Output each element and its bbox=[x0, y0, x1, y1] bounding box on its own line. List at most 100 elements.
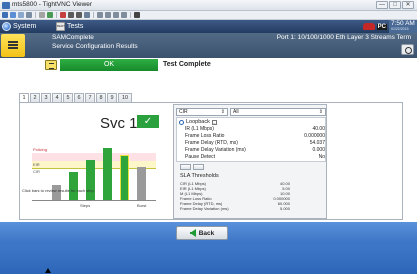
test-state-label: Test Complete bbox=[163, 61, 211, 68]
system-globe-icon bbox=[2, 22, 11, 31]
result-label: IR (L1 Mbps) bbox=[185, 126, 214, 132]
port-label: Port 1: 10/100/1000 Eth Layer 3 Streams … bbox=[276, 34, 411, 41]
service-pass-check-icon: ✓ bbox=[137, 115, 159, 128]
metric-select-value: CIR bbox=[179, 109, 188, 115]
save-icon[interactable] bbox=[10, 12, 16, 18]
tab-service-8[interactable]: 8 bbox=[96, 93, 106, 102]
tab-service-6[interactable]: 6 bbox=[74, 93, 84, 102]
chart-bar[interactable] bbox=[137, 167, 146, 201]
result-row: Frame Delay (RTD, ms) 54.037 bbox=[185, 140, 325, 147]
result-value: No bbox=[318, 154, 325, 160]
chart-bar[interactable] bbox=[103, 148, 112, 201]
steps-axis-label: Steps bbox=[80, 203, 91, 208]
system-button[interactable]: System bbox=[2, 21, 36, 32]
results-tree: Loopback – IR (L1 Mbps) 40.00 Frame Loss… bbox=[176, 117, 326, 162]
click-hint: Click bars to review results for each st… bbox=[22, 188, 95, 193]
chart-bar[interactable] bbox=[69, 172, 78, 201]
direction-select-value: All bbox=[233, 109, 239, 115]
direction-select[interactable]: All ⇕ bbox=[230, 108, 326, 116]
zoom-in-icon[interactable] bbox=[97, 12, 103, 18]
tab-service-3[interactable]: 3 bbox=[41, 93, 51, 102]
maximize-button[interactable]: □ bbox=[389, 1, 401, 9]
tab-service-5[interactable]: 5 bbox=[63, 93, 73, 102]
tab-service-9[interactable]: 9 bbox=[107, 93, 117, 102]
loopback-label: Loopback bbox=[186, 119, 210, 125]
tab-service-2[interactable]: 2 bbox=[30, 93, 40, 102]
service-tabs: 1 2 3 4 5 6 7 8 9 10 bbox=[19, 93, 133, 103]
ctrl-key-icon[interactable] bbox=[68, 12, 74, 18]
fullscreen-icon[interactable] bbox=[134, 12, 140, 18]
options-icon[interactable] bbox=[18, 12, 24, 18]
refresh-icon[interactable] bbox=[47, 12, 53, 18]
minimize-button[interactable]: — bbox=[376, 1, 388, 9]
result-row: Frame Delay Variation (ms) 0.000 bbox=[185, 147, 325, 154]
pc-badge: PC bbox=[376, 23, 387, 30]
tightvnc-icon bbox=[2, 2, 10, 9]
result-value: 54.037 bbox=[309, 140, 325, 146]
result-label: Frame Loss Ratio bbox=[185, 133, 225, 139]
tests-button[interactable]: BERT Tests bbox=[56, 21, 83, 32]
result-value: 0.000 bbox=[312, 147, 325, 153]
page-title: Service Configuration Results bbox=[52, 43, 138, 50]
sla-label: Frame Delay Variation (ms) bbox=[180, 206, 229, 211]
toolbar-divider bbox=[93, 12, 94, 18]
results-button-row bbox=[180, 164, 204, 170]
vnc-window: mts5800 - TightVNC Viewer — □ ✕ System B… bbox=[0, 0, 417, 274]
close-button[interactable]: ✕ bbox=[402, 1, 414, 9]
sla-title: SLA Thresholds bbox=[180, 173, 219, 179]
collapse-all-icon[interactable] bbox=[193, 164, 204, 170]
mouse-cursor-icon bbox=[45, 268, 51, 273]
results-pane: CIR ⇕ All ⇕ Loopback – IR (L1 Mbps) 40.0… bbox=[173, 104, 327, 219]
result-value: 40.00 bbox=[312, 126, 325, 132]
zoom-out-icon[interactable] bbox=[105, 12, 111, 18]
back-label: Back bbox=[198, 229, 215, 237]
tab-service-4[interactable]: 4 bbox=[52, 93, 62, 102]
pause-icon[interactable] bbox=[39, 12, 45, 18]
service-title: Svc 1 bbox=[100, 115, 138, 132]
bert-icon: BERT bbox=[56, 22, 65, 31]
tab-service-7[interactable]: 7 bbox=[85, 93, 95, 102]
zoom-full-icon[interactable] bbox=[121, 12, 127, 18]
result-label: Pause Detect bbox=[185, 154, 216, 160]
back-arrow-icon bbox=[189, 229, 196, 237]
result-row: Pause Detect No bbox=[185, 154, 325, 161]
metric-select[interactable]: CIR ⇕ bbox=[176, 108, 228, 116]
header-status-area: PC 7:50 AM 01/22/2015 bbox=[362, 20, 417, 33]
zoom-fit-icon[interactable] bbox=[113, 12, 119, 18]
expand-all-icon[interactable] bbox=[180, 164, 191, 170]
info-icon[interactable] bbox=[26, 12, 32, 18]
toolbar-divider bbox=[56, 12, 57, 18]
results-list-button[interactable] bbox=[45, 60, 57, 70]
screenshot-camera-icon[interactable] bbox=[401, 44, 414, 55]
toolbar-divider bbox=[130, 12, 131, 18]
clock: 7:50 AM 01/22/2015 bbox=[389, 20, 417, 33]
toolbar-divider bbox=[35, 12, 36, 18]
result-row: Frame Loss Ratio 0.000000 bbox=[185, 133, 325, 140]
burst-axis-label: Burst bbox=[137, 203, 147, 208]
clock-time: 7:50 AM bbox=[391, 20, 415, 27]
vnc-toolbar bbox=[0, 11, 417, 20]
result-label: Frame Delay (RTD, ms) bbox=[185, 140, 238, 146]
transfer-icon[interactable] bbox=[84, 12, 90, 18]
alt-key-icon[interactable] bbox=[76, 12, 82, 18]
status-strip: OK Test Complete bbox=[0, 58, 417, 73]
loopback-node[interactable]: Loopback – bbox=[179, 119, 217, 125]
result-value: 0.000000 bbox=[304, 133, 325, 139]
clock-date: 01/22/2015 bbox=[391, 27, 409, 31]
new-connection-icon[interactable] bbox=[2, 12, 8, 18]
collapse-icon[interactable]: – bbox=[211, 119, 217, 125]
result-label: Frame Delay Variation (ms) bbox=[185, 147, 246, 153]
sla-value: 5.000 bbox=[279, 206, 290, 211]
chevron-down-icon: ⇕ bbox=[220, 109, 225, 115]
ctrl-alt-del-icon[interactable] bbox=[60, 12, 66, 18]
tab-service-10[interactable]: 10 bbox=[118, 93, 132, 102]
back-button[interactable]: Back bbox=[176, 226, 228, 240]
chart-bar[interactable] bbox=[120, 155, 129, 201]
test-menu-button[interactable] bbox=[1, 34, 25, 57]
app-header: System BERT Tests PC 7:50 AM 01/22/2015 bbox=[0, 20, 417, 33]
remote-car-icon[interactable] bbox=[362, 23, 375, 30]
test-subheader: SAMComplete Service Configuration Result… bbox=[0, 33, 417, 58]
chart-bar[interactable] bbox=[86, 160, 95, 201]
loopback-icon bbox=[179, 119, 184, 125]
sla-row: Frame Delay Variation (ms) 5.000 bbox=[180, 206, 290, 211]
